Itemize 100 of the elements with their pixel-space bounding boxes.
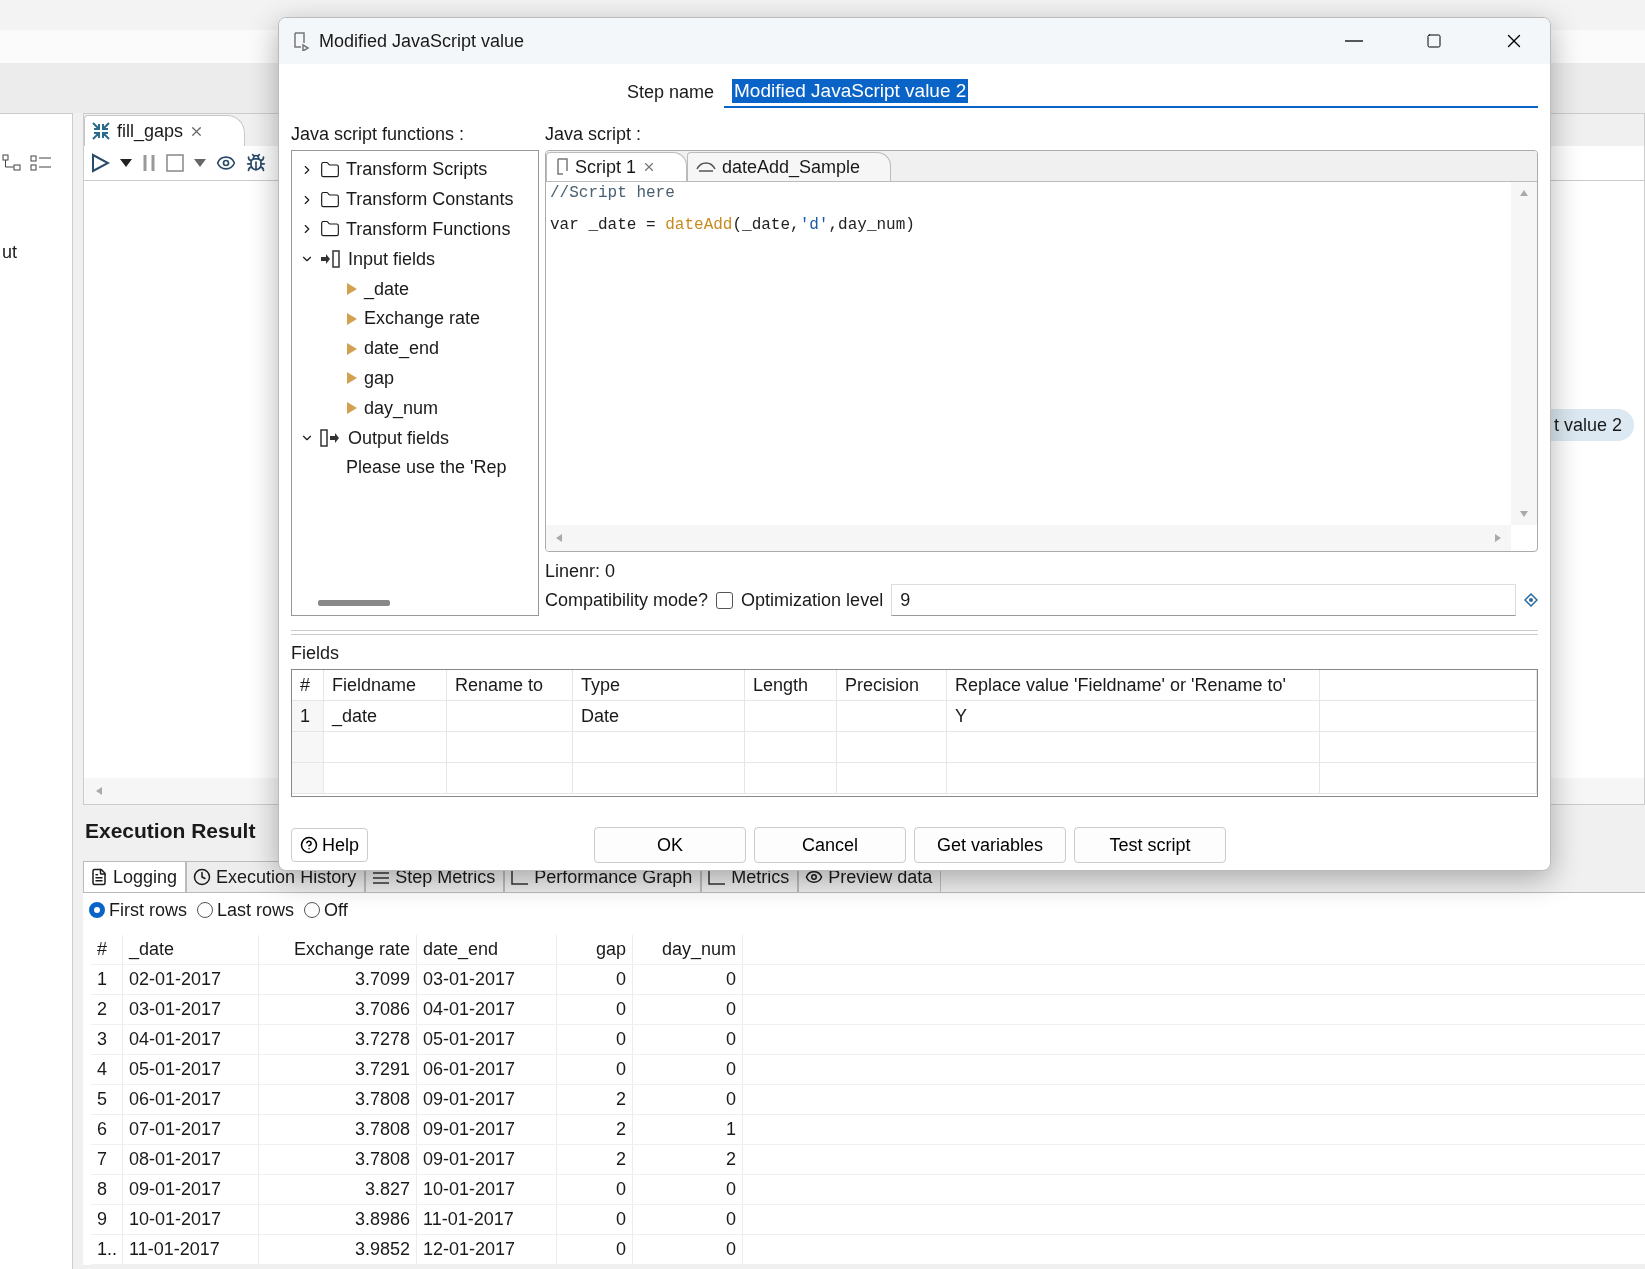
dialog-button[interactable]: Get variables: [914, 827, 1067, 863]
tab-label: Preview data: [828, 866, 933, 888]
tree-item[interactable]: Exchange rate: [364, 308, 481, 330]
table-cell: 9: [91, 1205, 123, 1234]
tree-item[interactable]: Output fields: [348, 427, 450, 449]
table-cell: 3.827: [259, 1175, 417, 1204]
table-cell: 03-01-2017: [417, 965, 557, 994]
table-cell: 03-01-2017: [123, 995, 259, 1024]
tree-item[interactable]: Please use the 'Rep: [346, 457, 507, 479]
column-header[interactable]: Length: [745, 670, 837, 701]
tree-item[interactable]: Transform Scripts: [346, 159, 488, 181]
results-tab[interactable]: Logging: [83, 861, 187, 892]
document-icon: [90, 868, 108, 886]
pause-icon[interactable]: [142, 154, 156, 172]
dialog-button[interactable]: Test script: [1074, 827, 1227, 863]
field-triangle-icon: [346, 311, 358, 326]
radio-button[interactable]: [197, 902, 213, 918]
folder-icon: [320, 159, 340, 180]
column-header[interactable]: gap: [557, 935, 633, 964]
table-cell: 2: [633, 1145, 743, 1174]
column-header[interactable]: day_num: [633, 935, 743, 964]
table-cell: 0: [633, 1055, 743, 1084]
table-cell: 04-01-2017: [417, 995, 557, 1024]
tree-item[interactable]: _date: [364, 278, 410, 300]
radio-button[interactable]: [304, 902, 321, 918]
help-button[interactable]: Help: [291, 828, 369, 862]
script-icon: [555, 158, 569, 176]
table-cell: 09-01-2017: [417, 1145, 557, 1174]
checkbox[interactable]: [716, 591, 734, 609]
column-header[interactable]: Exchange rate: [259, 935, 417, 964]
dialog-button[interactable]: Cancel: [754, 827, 907, 863]
table-cell: 0: [633, 995, 743, 1024]
table-cell: 0: [633, 1025, 743, 1054]
tree-item[interactable]: Transform Functions: [346, 219, 511, 240]
minimize-icon: [1345, 40, 1363, 42]
field-label: Optimization level: [741, 589, 884, 611]
column-header[interactable]: Fieldname: [324, 670, 447, 701]
section-label: Java script :: [545, 124, 643, 146]
panel-text: ut: [2, 242, 17, 263]
script-tab[interactable]: Script 1: [546, 152, 688, 181]
tree-item[interactable]: date_end: [364, 338, 440, 360]
radio-label: First rows: [109, 899, 187, 921]
optimization-field[interactable]: 9: [891, 584, 1516, 616]
variable-icon[interactable]: [1524, 593, 1538, 607]
table-cell: 11-01-2017: [417, 1205, 557, 1234]
tab-label: Script 1: [575, 156, 637, 178]
column-header[interactable]: Type: [573, 670, 745, 701]
code-editor[interactable]: //Script here var _date = dateAdd(_date,'d',day_num): [546, 182, 1511, 525]
column-header[interactable]: _date: [123, 935, 259, 964]
run-icon[interactable]: [90, 153, 110, 173]
editor-tab[interactable]: fill_gaps: [84, 115, 246, 146]
dialog-button[interactable]: OK: [594, 827, 747, 863]
table-cell: 07-01-2017: [123, 1115, 259, 1144]
tree-item[interactable]: day_num: [364, 397, 439, 419]
list-icon: [372, 869, 391, 885]
chart-icon: [708, 869, 727, 885]
table-cell: 5: [91, 1085, 123, 1114]
table-cell: 3.8986: [259, 1205, 417, 1234]
maximize-icon: [1426, 33, 1442, 49]
table-cell: 4: [91, 1055, 123, 1084]
tree-item[interactable]: gap: [364, 367, 395, 389]
table-cell: 3.7808: [259, 1145, 417, 1174]
step-name-field[interactable]: Modified JavaScript value 2: [724, 76, 1538, 108]
column-header[interactable]: #: [292, 670, 324, 701]
column-header[interactable]: Precision: [837, 670, 947, 701]
column-header[interactable]: date_end: [417, 935, 557, 964]
table-cell: 02-01-2017: [123, 965, 259, 994]
hierarchy-icon[interactable]: [2, 154, 22, 172]
table-cell: 0: [557, 995, 633, 1024]
table-cell: _date: [324, 701, 447, 732]
section-label: Java script functions :: [291, 124, 466, 146]
table-cell: 3.7291: [259, 1055, 417, 1084]
caret-icon[interactable]: [120, 159, 132, 167]
table-cell: 08-01-2017: [123, 1145, 259, 1174]
table-cell: 0: [633, 1235, 743, 1264]
table-cell: 0: [557, 1175, 633, 1204]
list-icon[interactable]: [30, 154, 52, 172]
tree-item[interactable]: Transform Constants: [346, 189, 514, 211]
table-cell: 1: [633, 1115, 743, 1144]
field-triangle-icon: [346, 371, 358, 386]
column-header[interactable]: Rename to: [447, 670, 573, 701]
column-header[interactable]: #: [91, 935, 123, 964]
script-tab[interactable]: dateAdd_Sample: [687, 152, 892, 181]
table-cell: 3.7278: [259, 1025, 417, 1054]
bug-icon[interactable]: [246, 153, 266, 173]
radio-button[interactable]: [89, 902, 105, 918]
scrollbar-thumb[interactable]: [318, 600, 390, 606]
eye-icon[interactable]: [216, 153, 236, 173]
column-header[interactable]: Replace value 'Fieldname' or 'Rename to': [947, 670, 1320, 701]
table-cell: 11-01-2017: [123, 1235, 259, 1264]
line-number-label: Linenr: 0: [545, 560, 617, 582]
table-cell: 3.7808: [259, 1115, 417, 1144]
table-cell: 0: [633, 1175, 743, 1204]
tab-label: Metrics: [731, 866, 790, 888]
input-fields-icon: [320, 250, 342, 269]
table-cell: 1: [292, 701, 324, 732]
radio-label: Off: [324, 899, 348, 921]
tree-item[interactable]: Input fields: [348, 248, 436, 270]
table-cell: 05-01-2017: [417, 1025, 557, 1054]
table-cell: 1..: [91, 1235, 123, 1264]
